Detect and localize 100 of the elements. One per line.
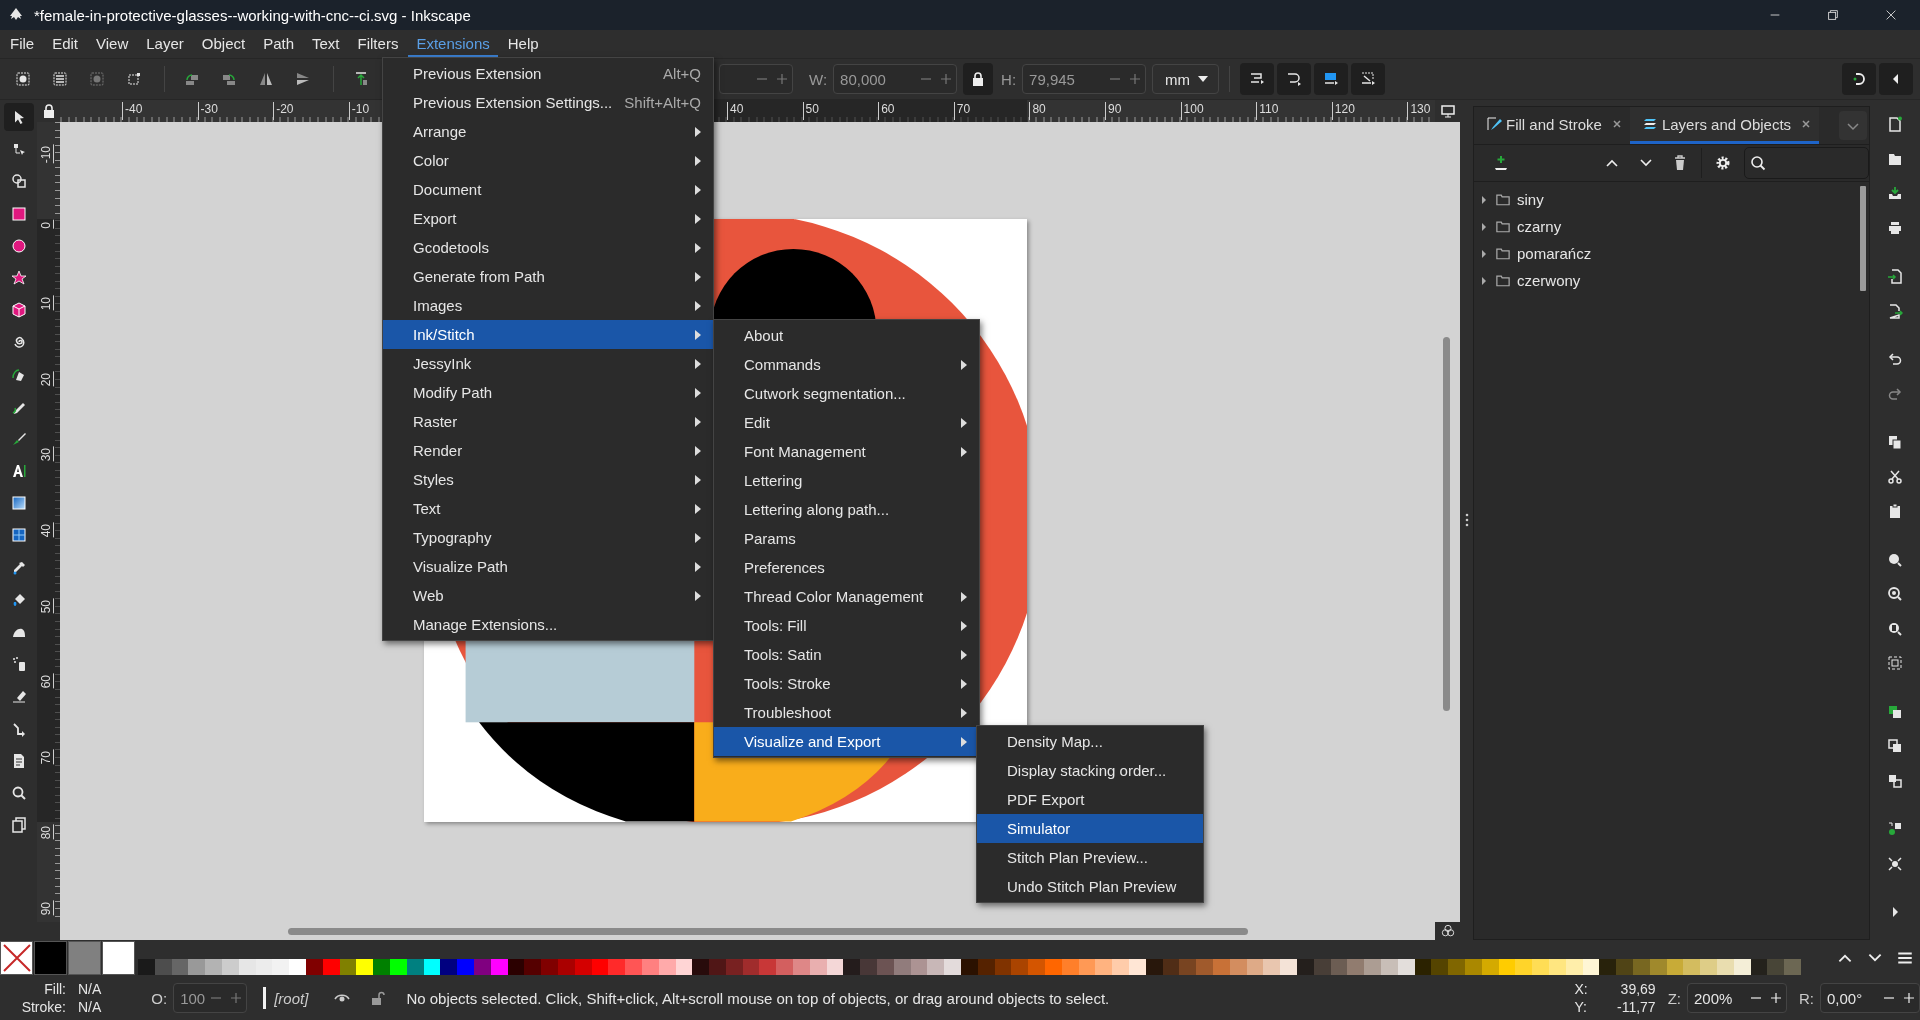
unit-dropdown[interactable]: mm [1152, 64, 1220, 94]
menu-item[interactable]: Modify Path [383, 378, 713, 407]
menu-item-label: Lettering along path... [744, 501, 891, 518]
ruler-label: 30 [39, 446, 54, 462]
menu-item-label: Previous Extension Settings... [413, 94, 614, 111]
ruler-label: 110 [1256, 102, 1279, 120]
zoom-value: 200% [1693, 989, 1734, 1007]
menu-item-label: Modify Path [413, 384, 494, 401]
menu-item-label: Gcodetools [413, 239, 490, 256]
panel-tab[interactable]: Fill and Stroke [1474, 107, 1630, 144]
menu-item[interactable]: Tools: Fill [714, 611, 979, 640]
menu-item[interactable]: Edit [44, 31, 87, 57]
menu-item[interactable]: Generate from Path [383, 262, 713, 291]
menu-item[interactable]: Export [383, 204, 713, 233]
menu-item[interactable]: Font Management [714, 437, 979, 466]
menu-item[interactable]: Web [383, 581, 713, 610]
menu-item[interactable]: About [714, 321, 979, 350]
menu-item-label: Text [413, 500, 442, 517]
menu-item[interactable]: Thread Color Management [714, 582, 979, 611]
zoom-field[interactable]: 200% [1687, 983, 1787, 1013]
x-label: X: [1574, 981, 1588, 997]
menu-item-label: Generate from Path [413, 268, 546, 285]
menu-item[interactable]: Gcodetools [383, 233, 713, 262]
menu-item[interactable]: Troubleshoot [714, 698, 979, 727]
menu-item-label: Density Map... [1007, 733, 1104, 750]
layer-row[interactable]: pomarańcz [1474, 240, 1860, 267]
menu-item[interactable]: Undo Stitch Plan Preview [977, 872, 1203, 901]
menu-item[interactable]: Arrange [383, 117, 713, 146]
menu-item-label: Color [413, 152, 450, 169]
menu-item-label: Visualize Path [413, 558, 509, 575]
layer-name: siny [1517, 191, 1544, 208]
menu-item[interactable]: Document [383, 175, 713, 204]
menu-item-label: Visualize and Export [744, 733, 882, 750]
menu-item[interactable]: Simulator [977, 814, 1203, 843]
menu-item[interactable]: Preferences [714, 553, 979, 582]
ruler-label: 100 [1180, 102, 1204, 120]
menu-item[interactable]: Cutwork segmentation... [714, 379, 979, 408]
menu-item[interactable]: Commands [714, 350, 979, 379]
menu-item[interactable]: Typography [383, 523, 713, 552]
menu-item[interactable]: Tools: Satin [714, 640, 979, 669]
menu-item[interactable]: Images [383, 291, 713, 320]
menu-item[interactable]: Color [383, 146, 713, 175]
ruler-label: -20 [273, 102, 294, 120]
menu-item[interactable]: Edit [714, 408, 979, 437]
menu-item-label: Tools: Fill [744, 617, 808, 634]
layer-row[interactable]: siny [1474, 186, 1860, 213]
menu-item-label: Display stacking order... [1007, 762, 1168, 779]
menu-item[interactable]: File [2, 31, 43, 57]
menu-item[interactable]: View [88, 31, 137, 57]
layer-row[interactable]: czerwony [1474, 267, 1860, 294]
panel-tab[interactable]: Layers and Objects [1629, 107, 1820, 144]
menu-item[interactable]: Render [383, 436, 713, 465]
menu-item[interactable]: Visualize and Export [714, 727, 979, 756]
menu-item[interactable]: Display stacking order... [977, 756, 1203, 785]
menu-item[interactable]: Layer [138, 31, 192, 57]
menu-item[interactable]: Filters [349, 31, 407, 57]
rotation-field[interactable]: 0,00° [1820, 983, 1920, 1013]
menu-item[interactable]: Params [714, 524, 979, 553]
ruler-label: 70 [953, 102, 971, 120]
menu-item[interactable]: Lettering along path... [714, 495, 979, 524]
menu-item[interactable]: Previous Extension Settings... Shift+Alt+Q [383, 88, 713, 117]
layer-row[interactable]: czarny [1474, 213, 1860, 240]
ruler-label: 40 [727, 102, 744, 120]
menu-item[interactable]: Raster [383, 407, 713, 436]
menu-item[interactable]: Previous Extension Alt+Q [383, 59, 713, 88]
menu-item[interactable]: Visualize Path [383, 552, 713, 581]
menu-item[interactable]: Styles [383, 465, 713, 494]
menu-item-label: Raster [413, 413, 459, 430]
menu-item[interactable]: Ink/Stitch [383, 320, 713, 349]
menu-item[interactable]: Stitch Plan Preview... [977, 843, 1203, 872]
menu-item-label: Commands [744, 356, 822, 373]
menu-item[interactable]: Help [499, 31, 547, 57]
ruler-label: 50 [39, 597, 54, 613]
menu-item[interactable]: Tools: Stroke [714, 669, 979, 698]
layer-name: czarny [1517, 218, 1562, 235]
menu-item-label: Preferences [744, 559, 826, 576]
menu-item-label: Manage Extensions... [413, 616, 559, 633]
tab-label: Fill and Stroke [1506, 115, 1602, 133]
width-value: 80,000 [839, 70, 887, 88]
ruler-label: 60 [39, 673, 54, 689]
menu-item[interactable]: Density Map... [977, 727, 1203, 756]
menu-item-label: About [744, 327, 785, 344]
window-title: *female-in-protective-glasses--working-with-cnc--ci.svg - Inkscape [34, 6, 471, 24]
ruler-label: 60 [878, 102, 895, 120]
menu-item[interactable]: Lettering [714, 466, 979, 495]
menu-item-label: Troubleshoot [744, 704, 832, 721]
current-layer[interactable]: [root] [274, 989, 309, 1007]
menu-item[interactable]: Object [193, 31, 254, 57]
menu-item[interactable]: JessyInk [383, 349, 713, 378]
menu-item[interactable]: Manage Extensions... [383, 610, 713, 639]
status-message: No objects selected. Click, Shift+click, Alt+scroll mouse on top of objects, or drag around objects to select. [406, 989, 1110, 1007]
ruler-label: 70 [39, 748, 54, 765]
menu-item[interactable]: Text [304, 31, 348, 57]
menu-item[interactable]: Text [383, 494, 713, 523]
menu-item[interactable]: PDF Export [977, 785, 1203, 814]
ruler-label: 120 [1331, 102, 1355, 120]
menu-item[interactable]: Path [255, 31, 303, 57]
ruler-label: 40 [39, 522, 54, 538]
ruler-label: 20 [39, 370, 54, 387]
menu-item-label: JessyInk [413, 355, 473, 372]
